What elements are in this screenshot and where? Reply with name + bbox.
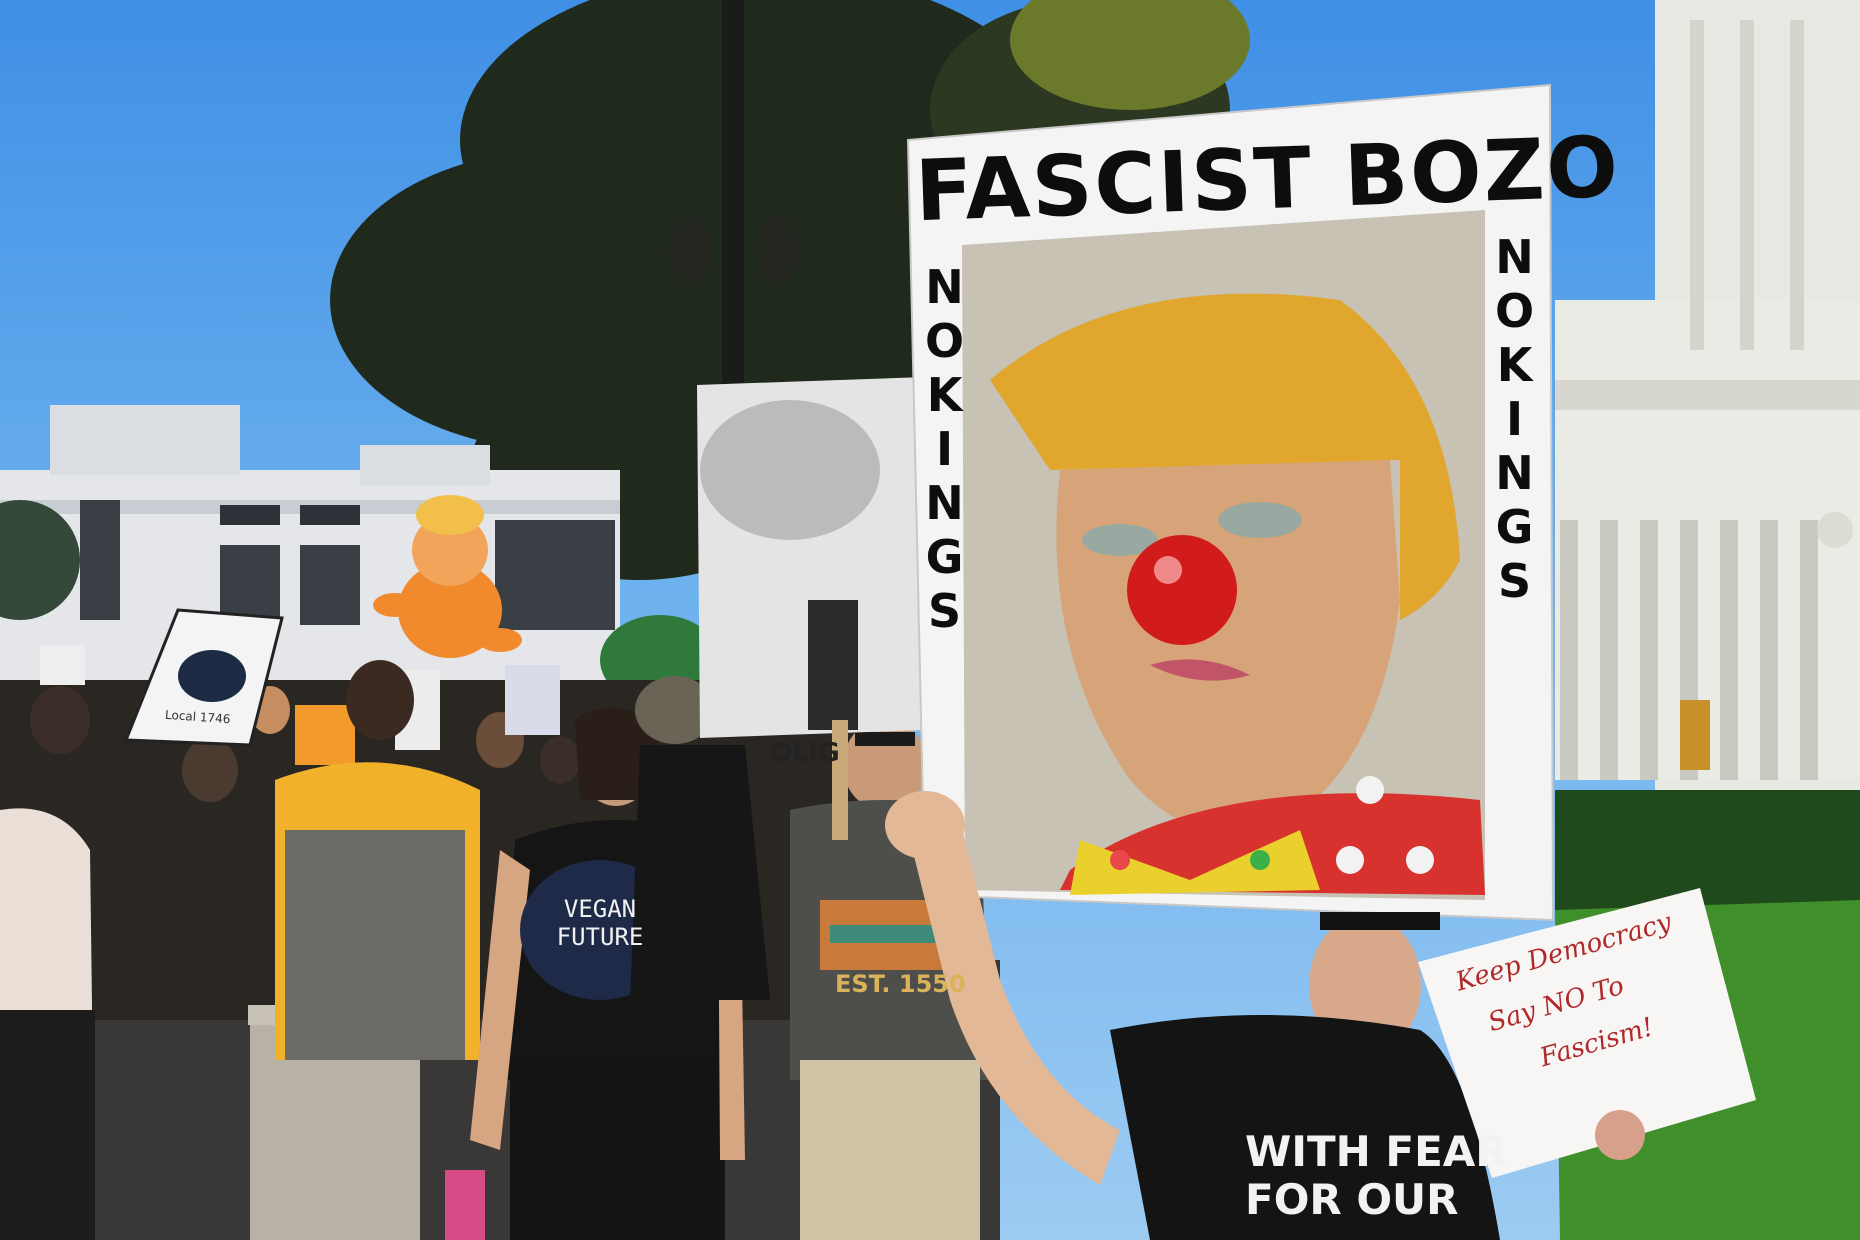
est-shirt-text: EST. 1550 [835, 970, 966, 998]
letter: O [925, 314, 965, 368]
letter: I [935, 422, 954, 476]
letter: I [1505, 392, 1524, 446]
shirt-line: FUTURE [556, 923, 644, 951]
shirt-line: VEGAN [563, 895, 637, 923]
letter: O [1495, 284, 1535, 338]
letter: S [927, 584, 962, 638]
shirt-line: FOR OUR [1245, 1175, 1459, 1224]
letter: N [1495, 230, 1534, 284]
letter: G [1495, 500, 1534, 554]
main-sign-left-text: N O K I N G S [925, 260, 964, 638]
letter: N [925, 260, 964, 314]
main-sign-right-text: N O K I N G S [1495, 230, 1534, 608]
vegan-shirt-text: VEGAN FUTURE [535, 895, 665, 951]
letter: G [925, 530, 964, 584]
hedge [1555, 790, 1860, 910]
letter: K [926, 368, 963, 422]
small-sign-text: OLIG [770, 738, 840, 768]
letter: K [1496, 338, 1533, 392]
fear-shirt-text: WITH FEAR FOR OUR [1245, 1127, 1508, 1224]
letter: N [1495, 446, 1534, 500]
shirt-line: WITH FEAR [1245, 1127, 1508, 1176]
letter: N [925, 476, 964, 530]
letter: S [1497, 554, 1532, 608]
